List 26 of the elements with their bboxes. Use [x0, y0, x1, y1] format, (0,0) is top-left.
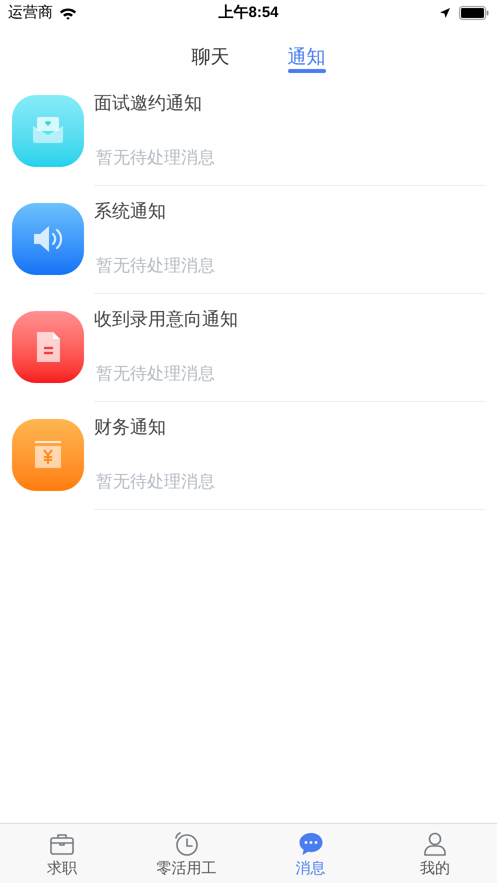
tab-bar-item[interactable]: 消息 [248, 824, 373, 883]
notification-subtitle: 暂无待处理消息 [96, 471, 216, 493]
notification-subtitle: 暂无待处理消息 [96, 363, 216, 385]
speaker-icon [12, 203, 84, 275]
notification-title[interactable]: 系统通知 [94, 198, 485, 225]
tab-bar-item[interactable]: 我的 [372, 824, 497, 883]
carrier-label: 运营商 [8, 2, 53, 23]
notification-subtitle: 暂无待处理消息 [96, 255, 216, 277]
notification-subtitle: 暂无待处理消息 [96, 147, 216, 169]
envelope-heart-icon [12, 95, 84, 167]
location-arrow-icon [439, 7, 451, 19]
notification-title[interactable]: 财务通知 [94, 414, 485, 441]
document-icon [12, 311, 84, 383]
yuan-box-icon [12, 419, 84, 491]
battery-icon [459, 6, 489, 20]
chat-bubble-icon [296, 830, 325, 858]
status-time: 上午8:54 [218, 2, 279, 23]
tab-underline [288, 69, 326, 73]
tab[interactable]: 通知 [288, 26, 326, 78]
notification-title[interactable]: 收到录用意向通知 [94, 306, 485, 333]
notification-title[interactable]: 面试邀约通知 [94, 90, 485, 117]
tab-bar-item[interactable]: 零活用工 [124, 824, 248, 883]
alarm-clock-icon [172, 830, 200, 858]
tab[interactable]: 聊天 [192, 26, 230, 78]
wifi-icon [59, 6, 77, 20]
tab-bar-item[interactable]: 求职 [0, 824, 124, 883]
